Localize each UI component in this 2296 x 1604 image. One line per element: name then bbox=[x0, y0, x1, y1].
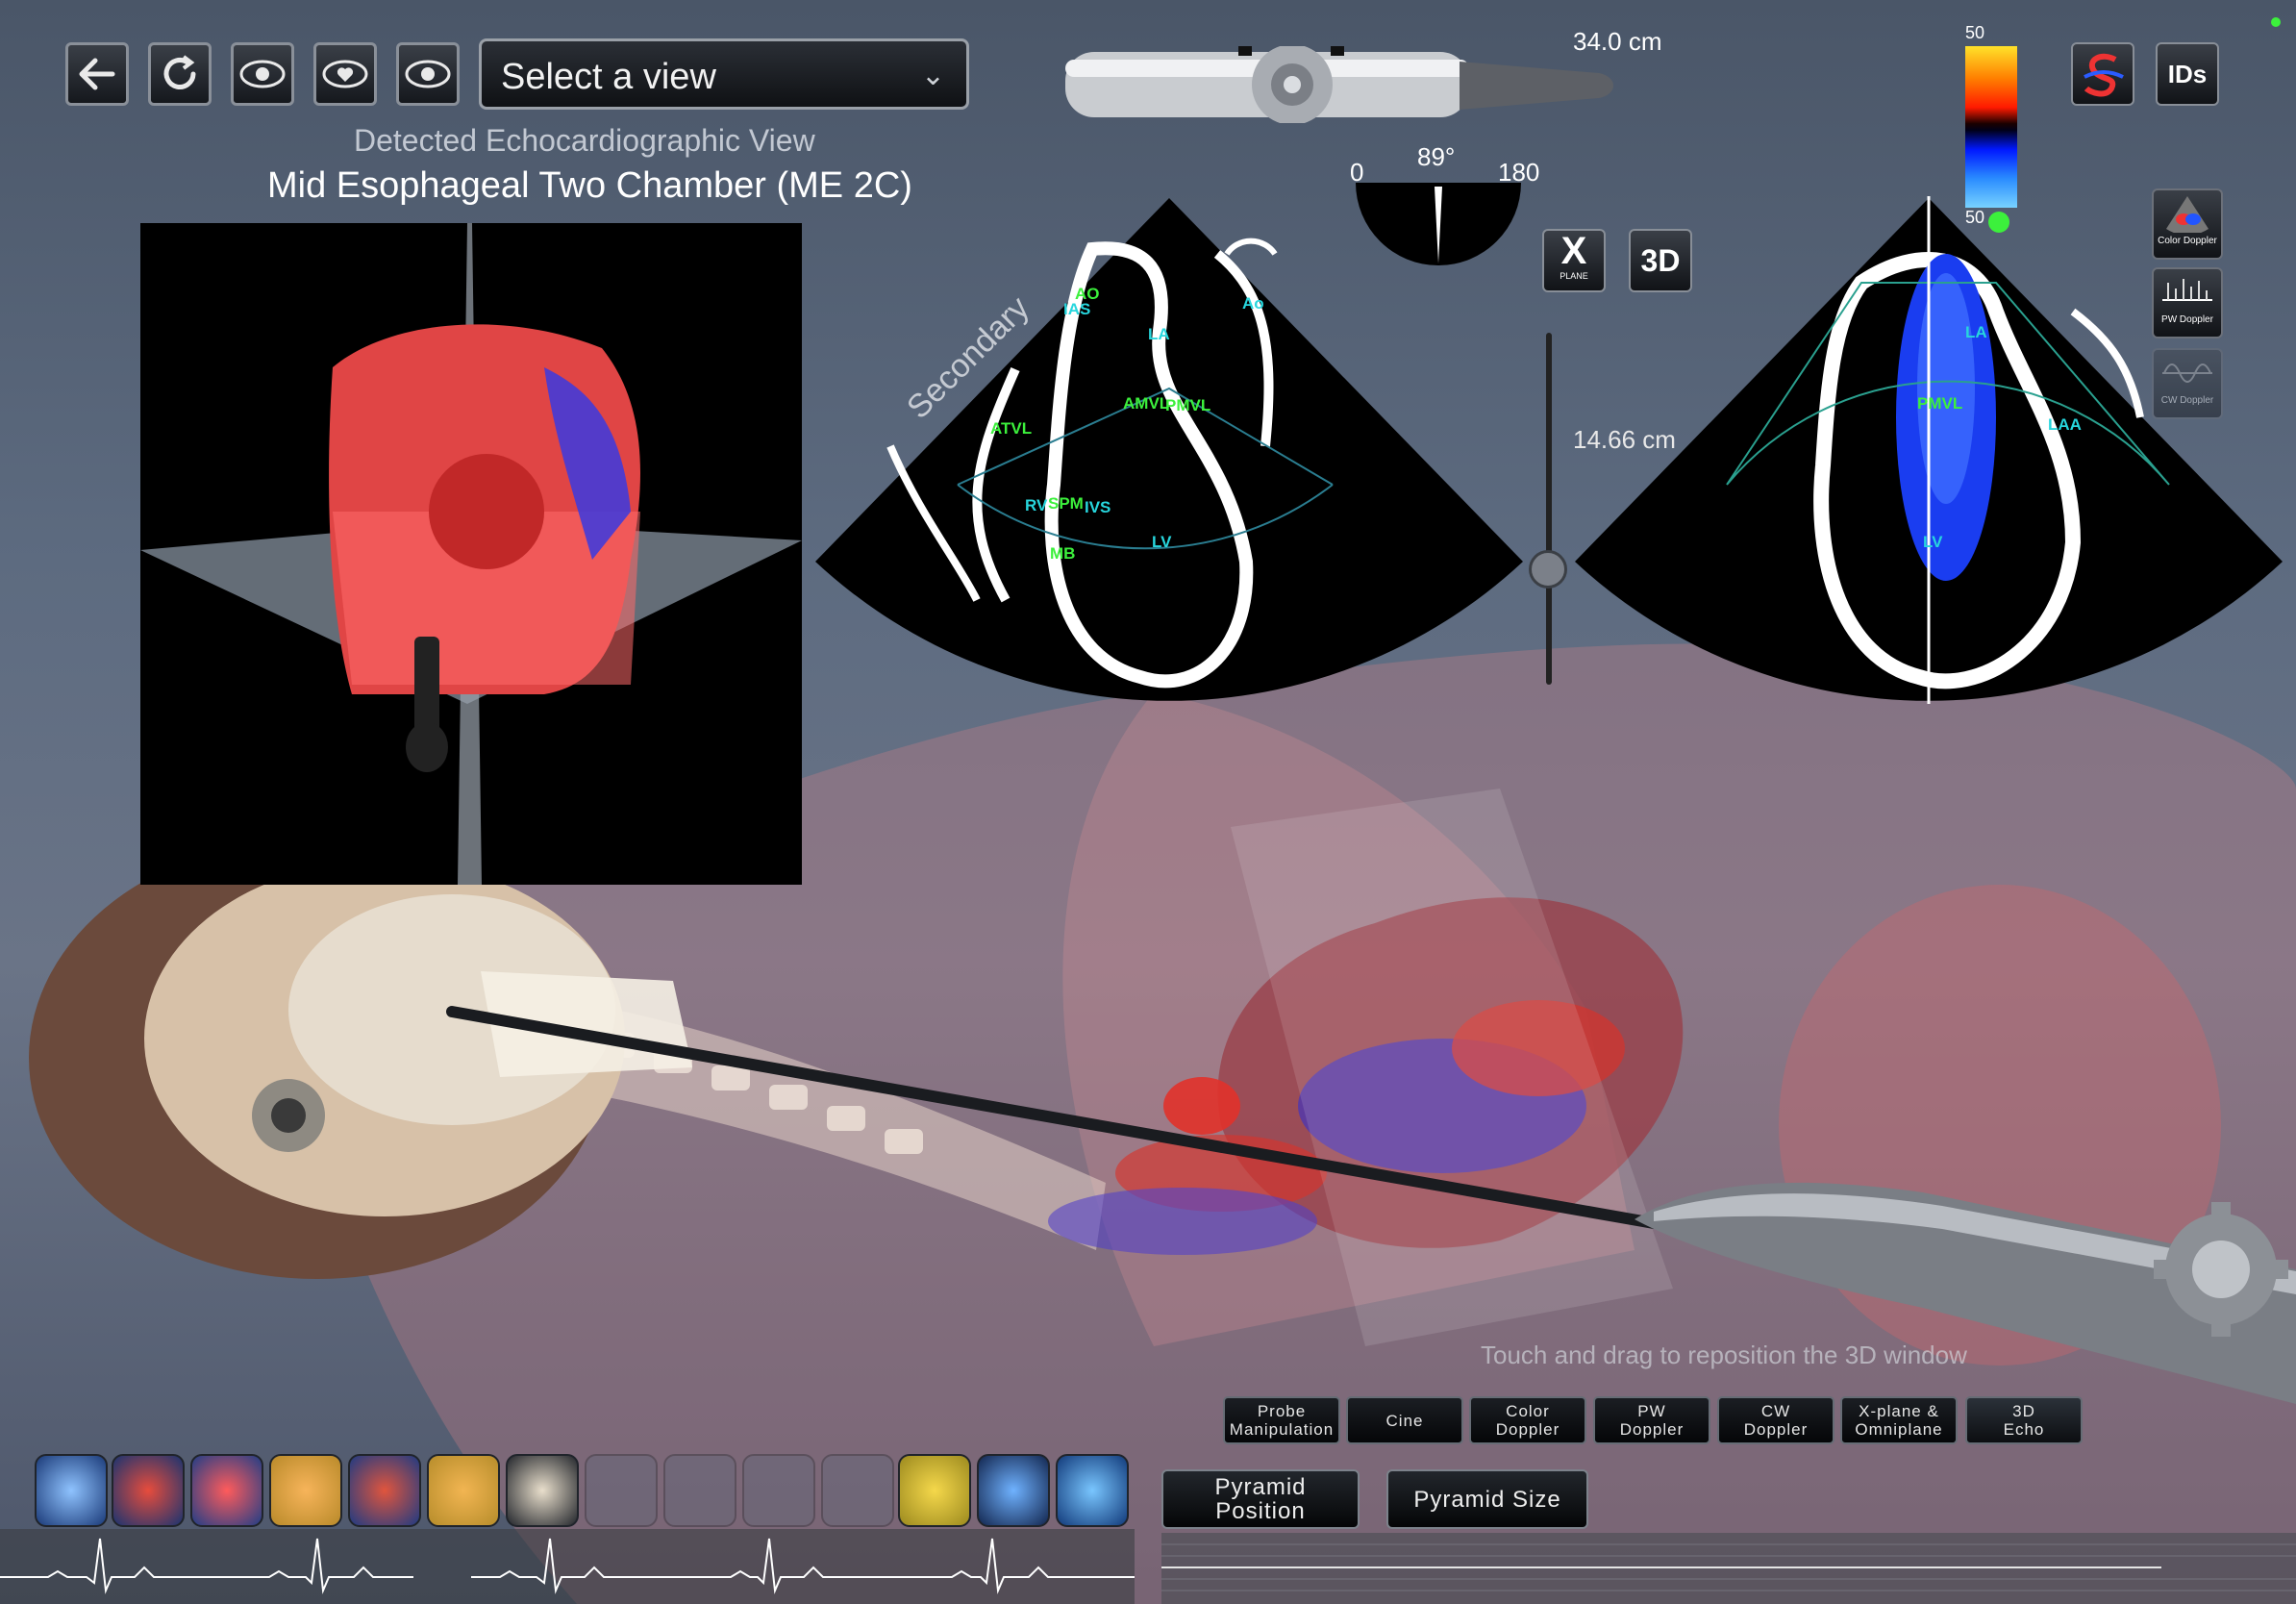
faded-icon-4[interactable] bbox=[821, 1454, 894, 1527]
color-scale-bar bbox=[1965, 46, 2017, 208]
depth-slider-track[interactable] bbox=[1546, 333, 1552, 685]
mode-xplane-omniplane-button[interactable]: X-plane & Omniplane bbox=[1840, 1396, 1958, 1444]
refresh-icon bbox=[163, 55, 196, 89]
arrow-left-icon bbox=[79, 58, 115, 90]
pw-doppler-tool[interactable]: PW Doppler bbox=[2152, 267, 2223, 338]
mode-label-line2: Doppler bbox=[1619, 1420, 1685, 1439]
mode-label-line1: 3D bbox=[2012, 1402, 2035, 1420]
echo-label-pmvl: PMVL bbox=[1165, 396, 1211, 414]
mode-label-line2: Omniplane bbox=[1855, 1420, 1943, 1439]
echo-label-mb: MB bbox=[1050, 544, 1076, 563]
heart-anatomy-icon[interactable] bbox=[348, 1454, 421, 1527]
view-preset-1-button[interactable] bbox=[231, 42, 294, 106]
logo-button[interactable] bbox=[2071, 42, 2134, 106]
mode-label-line1: PW bbox=[1637, 1402, 1666, 1420]
status-dot bbox=[1988, 212, 2009, 233]
pyramid-size-button[interactable]: Pyramid Size bbox=[1386, 1469, 1588, 1529]
mode-label-line2: Manipulation bbox=[1229, 1420, 1335, 1439]
echo-label-ias: IAS bbox=[1063, 300, 1091, 318]
echo-primary-sector[interactable] bbox=[813, 196, 1525, 706]
color-doppler-label: Color Doppler bbox=[2158, 236, 2217, 246]
echo-label-atvl: ATVL bbox=[990, 419, 1033, 438]
eye-heart-icon bbox=[322, 60, 368, 88]
mode-label-line1: Probe bbox=[1257, 1402, 1307, 1420]
mode-label-line2: Doppler bbox=[1495, 1420, 1560, 1439]
color-doppler-icon bbox=[2166, 196, 2209, 236]
mode-3d-echo-button[interactable]: 3D Echo bbox=[1965, 1396, 2083, 1444]
mode-label-line2: Doppler bbox=[1743, 1420, 1809, 1439]
probe-graphic[interactable] bbox=[1065, 44, 1633, 125]
mode-pw-doppler-button[interactable]: PW Doppler bbox=[1593, 1396, 1710, 1444]
eye-icon bbox=[239, 60, 286, 88]
probe-depth-label: 34.0 cm bbox=[1573, 27, 1662, 56]
eye-icon bbox=[405, 60, 451, 88]
pyramid-position-button[interactable]: Pyramid Position bbox=[1161, 1469, 1360, 1529]
s-logo-icon bbox=[2084, 53, 2124, 97]
heart-search-icon[interactable] bbox=[427, 1454, 500, 1527]
mode-label-line1: CW bbox=[1760, 1402, 1791, 1420]
mode-label-line1: X-plane & bbox=[1859, 1402, 1939, 1420]
pw-doppler-icon bbox=[2162, 279, 2212, 301]
color-scale-top: 50 bbox=[1965, 23, 1985, 42]
connection-indicator bbox=[2271, 17, 2281, 27]
echo2-label-laa: LAA bbox=[2048, 415, 2082, 434]
echo-label-ivs: IVS bbox=[1085, 498, 1111, 516]
cw-doppler-tool[interactable]: CW Doppler bbox=[2152, 348, 2223, 419]
view-select[interactable]: Select a view ⌄ bbox=[479, 38, 969, 110]
chevron-down-icon: ⌄ bbox=[920, 60, 945, 91]
echo2-label-lv: LV bbox=[1923, 533, 1943, 551]
mode-label-line1: Color bbox=[1506, 1402, 1550, 1420]
cw-doppler-icon bbox=[2162, 363, 2212, 383]
echo-label-la: LA bbox=[1148, 325, 1170, 343]
ecg-grid-right bbox=[1161, 1533, 2296, 1604]
echo-label-amvl: AMVL bbox=[1123, 394, 1170, 413]
echo2-label-la: LA bbox=[1965, 323, 1987, 341]
color-doppler-tool[interactable]: Color Doppler bbox=[2152, 188, 2223, 260]
heart-rotate-icon[interactable] bbox=[112, 1454, 185, 1527]
color-scale-bottom: 50 bbox=[1965, 208, 1985, 227]
view-select-value: Select a view bbox=[501, 57, 716, 97]
cube-3d-icon[interactable] bbox=[1056, 1454, 1129, 1527]
detected-view-caption: Detected Echocardiographic View bbox=[354, 123, 815, 158]
valve-checklist-icon[interactable] bbox=[506, 1454, 579, 1527]
pyramid-position-line2: Position bbox=[1215, 1498, 1306, 1524]
faded-icon-2[interactable] bbox=[663, 1454, 736, 1527]
echo-label-spm: SPM bbox=[1048, 494, 1084, 513]
pw-doppler-label: PW Doppler bbox=[2161, 314, 2213, 325]
heart-beat-icon[interactable] bbox=[190, 1454, 263, 1527]
reposition-hint: Touch and drag to reposition the 3D wind… bbox=[1481, 1341, 1967, 1369]
cw-doppler-label: CW Doppler bbox=[2160, 395, 2214, 406]
echo-label-lv: LV bbox=[1152, 533, 1172, 551]
angle-value-label: 89° bbox=[1417, 142, 1456, 171]
pyramid-position-line1: Pyramid bbox=[1214, 1474, 1307, 1500]
mode-probe-manipulation-button[interactable]: Probe Manipulation bbox=[1223, 1396, 1340, 1444]
mode-label-line2: Echo bbox=[2003, 1420, 2045, 1439]
reset-button[interactable] bbox=[148, 42, 212, 106]
back-button[interactable] bbox=[65, 42, 129, 106]
echo-label-rv: RV bbox=[1025, 496, 1048, 514]
view-preset-3-button[interactable] bbox=[396, 42, 460, 106]
heart-3d-viewport[interactable] bbox=[140, 223, 802, 885]
mode-cine-button[interactable]: Cine bbox=[1346, 1396, 1463, 1444]
heart-model-icon[interactable] bbox=[35, 1454, 108, 1527]
depth-slider-thumb[interactable] bbox=[1529, 550, 1567, 589]
mode-label-line1: Cine bbox=[1385, 1411, 1424, 1430]
mode-cw-doppler-button[interactable]: CW Doppler bbox=[1717, 1396, 1834, 1444]
ids-button[interactable]: IDs bbox=[2156, 42, 2219, 106]
syringe-icon[interactable] bbox=[977, 1454, 1050, 1527]
ecg-strip-left bbox=[0, 1529, 1135, 1604]
faded-icon-3[interactable] bbox=[742, 1454, 815, 1527]
echo2-label-pmvl: PMVL bbox=[1917, 394, 1963, 413]
heart-hand-icon[interactable] bbox=[269, 1454, 342, 1527]
faded-icon-1[interactable] bbox=[585, 1454, 658, 1527]
echo-label-ao2: Ao bbox=[1242, 294, 1264, 313]
gauge-icon[interactable] bbox=[898, 1454, 971, 1527]
mode-color-doppler-button[interactable]: Color Doppler bbox=[1469, 1396, 1586, 1444]
view-preset-2-button[interactable] bbox=[313, 42, 377, 106]
